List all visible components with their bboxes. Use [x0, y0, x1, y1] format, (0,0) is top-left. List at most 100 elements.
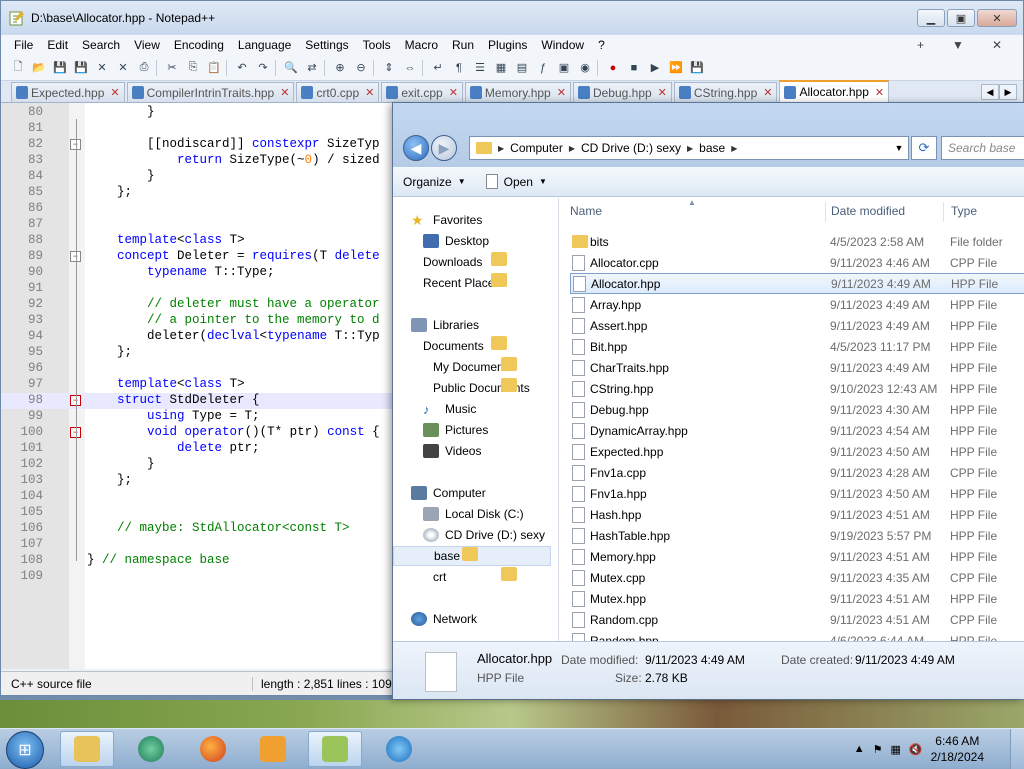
nav-documents[interactable]: Documents	[423, 336, 507, 356]
menu-item-encoding[interactable]: Encoding	[167, 38, 231, 52]
column-name[interactable]: Name	[570, 204, 602, 218]
menu-item-window[interactable]: Window	[534, 38, 591, 52]
close-button[interactable]: ✕	[977, 9, 1017, 27]
file-row[interactable]: Array.hpp 9/11/2023 4:49 AM HPP File	[570, 294, 1024, 315]
zoom-in-icon[interactable]: ⊕	[331, 59, 349, 77]
nav-libraries[interactable]: Libraries	[411, 315, 479, 335]
file-row[interactable]: Expected.hpp 9/11/2023 4:50 AM HPP File	[570, 441, 1024, 462]
refresh-icon[interactable]: ⟳	[911, 136, 937, 160]
show-hidden-icons-icon[interactable]: ▲	[854, 743, 865, 755]
sync-horizontal-icon[interactable]: ⇔	[401, 59, 419, 77]
menu-right-control[interactable]: ✕	[985, 38, 1009, 52]
undo-icon[interactable]: ↶	[233, 59, 251, 77]
action-center-flag-icon[interactable]: ⚑	[873, 743, 883, 756]
redo-icon[interactable]: ↷	[254, 59, 272, 77]
nav-favorites[interactable]: ★ Favorites	[411, 210, 482, 230]
tab-scroll-right-icon[interactable]: ▶	[999, 84, 1017, 100]
replace-icon[interactable]: ⇄	[303, 59, 321, 77]
breadcrumb-separator-icon[interactable]: ▶	[567, 144, 577, 153]
menu-item-tools[interactable]: Tools	[356, 38, 398, 52]
file-row[interactable]: CharTraits.hpp 9/11/2023 4:49 AM HPP File	[570, 357, 1024, 378]
start-button[interactable]: ⊞	[6, 731, 44, 769]
indent-guide-icon[interactable]: ☰	[471, 59, 489, 77]
menu-item-run[interactable]: Run	[445, 38, 481, 52]
menu-item-search[interactable]: Search	[75, 38, 127, 52]
nav-cd-drive[interactable]: CD Drive (D:) sexy	[423, 525, 545, 545]
close-tab-icon[interactable]: ✕	[110, 86, 119, 99]
taskbar-firefox[interactable]	[186, 731, 240, 767]
file-row[interactable]: Assert.hpp 9/11/2023 4:49 AM HPP File	[570, 315, 1024, 336]
function-list-icon[interactable]: ƒ	[534, 59, 552, 77]
search-input[interactable]: Search base	[941, 136, 1024, 160]
file-row[interactable]: Random.cpp 9/11/2023 4:51 AM CPP File	[570, 609, 1024, 630]
folder-as-workspace-icon[interactable]: ▣	[555, 59, 573, 77]
nav-desktop[interactable]: Desktop	[423, 231, 489, 251]
minimize-button[interactable]: ▁	[917, 9, 945, 27]
file-row[interactable]: Bit.hpp 4/5/2023 11:17 PM HPP File	[570, 336, 1024, 357]
show-all-chars-icon[interactable]: ¶	[450, 59, 468, 77]
file-row[interactable]: Fnv1a.hpp 9/11/2023 4:50 AM HPP File	[570, 483, 1024, 504]
breadcrumb-item[interactable]: CD Drive (D:) sexy	[577, 141, 685, 155]
tab-scroll-left-icon[interactable]: ◀	[981, 84, 999, 100]
file-tab[interactable]: Memory.hpp ✕	[464, 82, 571, 102]
menu-item-[interactable]: ?	[591, 38, 612, 52]
file-row[interactable]: Debug.hpp 9/11/2023 4:30 AM HPP File	[570, 399, 1024, 420]
save-macro-icon[interactable]: 💾	[688, 59, 706, 77]
menu-item-settings[interactable]: Settings	[298, 38, 355, 52]
stop-macro-icon[interactable]: ■	[625, 59, 643, 77]
file-tab[interactable]: crt0.cpp ✕	[296, 82, 380, 102]
taskbar-notepadpp[interactable]	[308, 731, 362, 767]
doc-map-icon[interactable]: ▤	[513, 59, 531, 77]
print-icon[interactable]: ⎙	[135, 59, 153, 77]
nav-network[interactable]: Network	[411, 609, 477, 629]
title-bar[interactable]: D:\base\Allocator.hpp - Notepad++	[1, 1, 1023, 35]
lang-define-icon[interactable]: ▦	[492, 59, 510, 77]
forward-arrow-icon[interactable]: ▶	[431, 135, 457, 161]
menu-right-control[interactable]: ▼	[945, 38, 971, 52]
close-tab-icon[interactable]: ✕	[365, 86, 374, 99]
file-row[interactable]: Mutex.cpp 9/11/2023 4:35 AM CPP File	[570, 567, 1024, 588]
nav-computer[interactable]: Computer	[411, 483, 486, 503]
file-tab[interactable]: Debug.hpp ✕	[572, 82, 672, 102]
copy-icon[interactable]: ⎘	[184, 59, 202, 77]
taskbar-internet-explorer[interactable]	[372, 731, 426, 767]
address-dropdown-icon[interactable]: ▼	[890, 143, 908, 153]
file-row[interactable]: CString.hpp 9/10/2023 12:43 AM HPP File	[570, 378, 1024, 399]
nav-recent-places[interactable]: Recent Places	[423, 273, 507, 293]
sync-vertical-icon[interactable]: ⇕	[380, 59, 398, 77]
nav-crt[interactable]: crt	[433, 567, 517, 587]
file-row[interactable]: Fnv1a.cpp 9/11/2023 4:28 AM CPP File	[570, 462, 1024, 483]
nav-pictures[interactable]: Pictures	[423, 420, 488, 440]
save-icon[interactable]: 💾	[51, 59, 69, 77]
back-arrow-icon[interactable]: ◀	[403, 135, 429, 161]
close-all-icon[interactable]: ✕	[114, 59, 132, 77]
open-button[interactable]: Open ▼	[476, 171, 557, 193]
zoom-out-icon[interactable]: ⊖	[352, 59, 370, 77]
file-tab[interactable]: CompilerIntrinTraits.hpp ✕	[126, 82, 295, 102]
menu-item-edit[interactable]: Edit	[40, 38, 75, 52]
file-row[interactable]: Mutex.hpp 9/11/2023 4:51 AM HPP File	[570, 588, 1024, 609]
close-tab-icon[interactable]: ✕	[557, 86, 566, 99]
file-row[interactable]: Allocator.hpp 9/11/2023 4:49 AM HPP File	[570, 273, 1024, 294]
column-date-modified[interactable]: Date modified	[831, 204, 905, 218]
file-tab[interactable]: Expected.hpp ✕	[11, 82, 125, 102]
close-tab-icon[interactable]: ✕	[449, 86, 458, 99]
cut-icon[interactable]: ✂	[163, 59, 181, 77]
show-desktop-button[interactable]	[1010, 729, 1024, 769]
menu-item-view[interactable]: View	[127, 38, 167, 52]
nav-base[interactable]: base	[393, 546, 551, 566]
file-row[interactable]: DynamicArray.hpp 9/11/2023 4:54 AM HPP Fil…	[570, 420, 1024, 441]
play-macro-icon[interactable]: ▶	[646, 59, 664, 77]
menu-item-plugins[interactable]: Plugins	[481, 38, 534, 52]
organize-button[interactable]: Organize ▼	[393, 171, 476, 193]
breadcrumb-item[interactable]: base	[695, 141, 729, 155]
nav-public-documents[interactable]: Public Documents	[433, 378, 530, 398]
close-file-icon[interactable]: ✕	[93, 59, 111, 77]
maximize-button[interactable]: ▣	[947, 9, 975, 27]
network-icon[interactable]: ▦	[891, 743, 901, 756]
nav-local-disk[interactable]: Local Disk (C:)	[423, 504, 524, 524]
monitoring-icon[interactable]: ◉	[576, 59, 594, 77]
taskbar-explorer[interactable]	[60, 731, 114, 767]
file-tab[interactable]: exit.cpp ✕	[381, 82, 463, 102]
close-tab-icon[interactable]: ✕	[658, 86, 667, 99]
